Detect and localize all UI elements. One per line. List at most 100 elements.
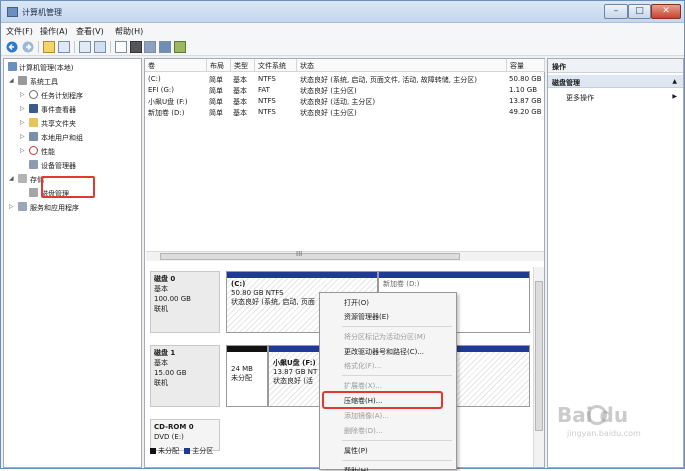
ctx-delete-volume: 删除卷(D)...	[344, 427, 383, 435]
actions-header: 操作	[548, 59, 683, 73]
volume-row[interactable]: EFI (G:) 简单 基本 FAT 状态良好 (主分区) 1.10 GB	[148, 86, 543, 96]
partition-label-clipped: 新加卷 (D:)	[383, 280, 420, 288]
search-icon[interactable]	[159, 41, 171, 53]
volume-name: EFI (G:)	[148, 86, 174, 94]
volume-fs: NTFS	[258, 97, 276, 105]
disk-name: 磁盘 0	[154, 275, 176, 283]
back-arrow-icon[interactable]	[6, 41, 18, 53]
action-more-actions[interactable]: 更多操作 ▶	[548, 90, 683, 103]
ctx-help[interactable]: 帮助(H)	[320, 463, 456, 471]
volume-capacity: 13.87 GB	[509, 97, 542, 105]
action-disk-management[interactable]: 磁盘管理 ▲	[548, 75, 683, 88]
event-viewer-icon	[29, 104, 38, 113]
volume-capacity: 1.10 GB	[509, 86, 538, 94]
help-icon[interactable]	[79, 41, 91, 53]
column-layout[interactable]: 布局	[207, 59, 231, 72]
menu-bar: 文件(F) 操作(A) 查看(V) 帮助(H)	[1, 23, 684, 38]
column-capacity[interactable]: 容量	[507, 59, 545, 72]
volume-fs: NTFS	[258, 108, 276, 116]
volume-row[interactable]: 新加卷 (D:) 简单 基本 NTFS 状态良好 (主分区) 49.20 GB	[148, 108, 543, 118]
disk-state: 联机	[154, 379, 168, 387]
refresh-icon[interactable]	[174, 41, 186, 53]
show-hide-pane-icon[interactable]	[94, 41, 106, 53]
expand-arrow-icon[interactable]: ▷	[20, 133, 25, 140]
menu-help[interactable]: 帮助(H)	[115, 26, 143, 37]
disk-name: 磁盘 1	[154, 349, 176, 357]
expand-arrow-icon[interactable]: ▷	[9, 203, 14, 210]
expand-arrow-icon[interactable]: ◢	[9, 175, 14, 182]
scrollbar-thumb[interactable]	[160, 253, 460, 260]
partition-status: 未分配	[231, 374, 252, 382]
column-status[interactable]: 状态	[297, 59, 507, 72]
shrink-volume-highlight	[322, 391, 443, 409]
volume-layout: 简单	[209, 76, 223, 84]
volume-name: 小飙U盘 (F:)	[148, 98, 188, 106]
open-folder-icon[interactable]	[144, 41, 156, 53]
tools-icon	[18, 76, 27, 85]
disk-type: DVD (E:)	[154, 433, 184, 441]
volume-capacity: 49.20 GB	[509, 108, 542, 116]
ctx-mark-active: 将分区标记为活动分区(M)	[344, 333, 426, 341]
horizontal-scrollbar[interactable]: III	[146, 250, 544, 261]
up-folder-icon[interactable]	[43, 41, 55, 53]
properties-icon[interactable]	[115, 41, 127, 53]
console-tree: 计算机管理(本地) ◢ 系统工具 ▷ 任务计划程序 ▷ 事件查看器 ▷ 共享文件…	[3, 58, 142, 468]
legend-unallocated: 未分配	[158, 447, 179, 455]
expand-arrow-icon[interactable]: ▷	[20, 105, 25, 112]
minimize-button[interactable]: –	[604, 4, 628, 19]
disk-name: CD-ROM 0	[154, 423, 194, 431]
menu-separator	[342, 375, 452, 376]
vertical-scrollbar[interactable]	[533, 267, 544, 467]
disk-management-highlight	[41, 176, 95, 198]
expand-arrow-icon[interactable]: ▷	[20, 119, 25, 126]
column-filesystem[interactable]: 文件系统	[255, 59, 297, 72]
ctx-change-drive-letter[interactable]: 更改驱动器号和路径(C)...	[320, 344, 456, 359]
menu-separator	[342, 440, 452, 441]
menu-file[interactable]: 文件(F)	[6, 26, 33, 37]
volume-row[interactable]: 小飙U盘 (F:) 简单 基本 NTFS 状态良好 (活动, 主分区) 13.8…	[148, 97, 543, 107]
unallocated-swatch	[150, 448, 156, 454]
check-icon[interactable]	[130, 41, 142, 53]
close-button[interactable]: ✕	[651, 4, 681, 19]
users-icon	[29, 132, 38, 141]
services-icon	[18, 202, 27, 211]
volume-type: 基本	[233, 98, 247, 106]
expand-arrow-icon[interactable]: ▷	[20, 147, 25, 154]
legend-primary: 主分区	[192, 447, 214, 455]
ctx-properties[interactable]: 属性(P)	[320, 443, 456, 458]
ctx-open[interactable]: 打开(O)	[320, 295, 456, 310]
close-icon: ✕	[662, 6, 670, 16]
forward-arrow-icon[interactable]	[22, 41, 34, 53]
column-type[interactable]: 类型	[231, 59, 255, 72]
minimize-icon: –	[613, 6, 619, 16]
menu-action[interactable]: 操作(A)	[40, 26, 68, 37]
device-manager-icon	[29, 160, 38, 169]
volume-status: 状态良好 (系统, 启动, 页面文件, 活动, 故障转储, 主分区)	[300, 76, 477, 84]
volume-row[interactable]: (C:) 简单 基本 NTFS 状态良好 (系统, 启动, 页面文件, 活动, …	[148, 75, 543, 85]
volume-layout: 简单	[209, 109, 223, 117]
computer-icon	[8, 62, 17, 71]
volume-capacity: 50.80 GB	[509, 75, 542, 83]
volume-type: 基本	[233, 109, 247, 117]
ctx-explorer[interactable]: 资源管理器(E)	[320, 309, 456, 324]
toolbar-separator	[110, 41, 111, 53]
volume-layout: 简单	[209, 98, 223, 106]
computer-management-window: 计算机管理 – □ ✕ 文件(F) 操作(A) 查看(V) 帮助(H) 计算机管…	[0, 0, 685, 471]
column-volume[interactable]: 卷	[145, 59, 207, 72]
storage-icon	[18, 174, 27, 183]
expand-arrow-icon[interactable]: ▷	[20, 91, 25, 98]
expand-arrow-icon[interactable]: ◢	[9, 77, 14, 84]
console-tree-icon[interactable]	[58, 41, 70, 53]
unallocated-space[interactable]: 24 MB 未分配	[226, 345, 268, 407]
disk-1-label[interactable]: 磁盘 1 基本 15.00 GB 联机	[150, 345, 220, 407]
maximize-button[interactable]: □	[628, 4, 651, 19]
menu-view[interactable]: 查看(V)	[76, 26, 104, 37]
disk-0-label[interactable]: 磁盘 0 基本 100.00 GB 联机	[150, 271, 220, 333]
scrollbar-thumb[interactable]	[535, 281, 543, 431]
ctx-add-mirror: 添加镜像(A)...	[344, 412, 389, 420]
collapse-arrow-icon[interactable]: ▲	[672, 78, 677, 85]
scrollbar-grip: III	[296, 250, 303, 258]
disk-state: 联机	[154, 305, 168, 313]
volume-type: 基本	[233, 76, 247, 84]
title-bar[interactable]: 计算机管理 – □ ✕	[1, 1, 684, 23]
